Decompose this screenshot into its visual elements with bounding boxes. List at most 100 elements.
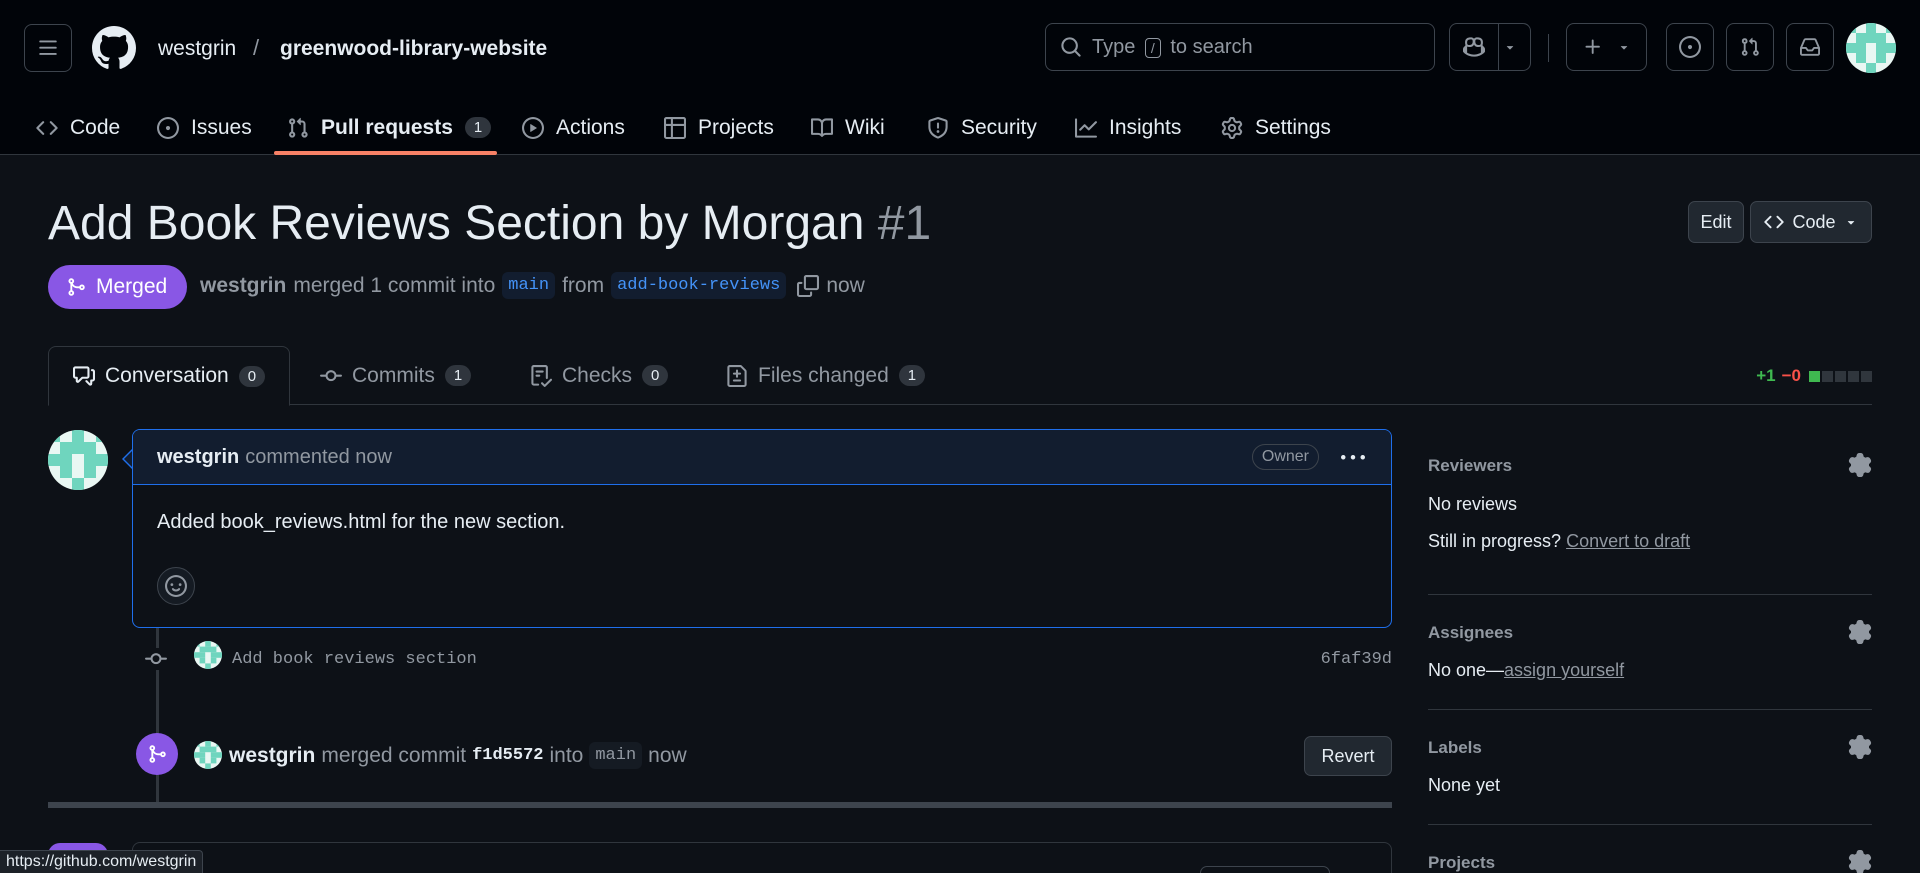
revert-button-label: Revert [1321, 745, 1375, 766]
pr-action-text: merged 1 commit into [293, 273, 496, 297]
revert-button[interactable]: Revert [1304, 736, 1392, 776]
diffstat-block-neutral [1848, 370, 1859, 382]
diffstat-additions: +1 [1756, 366, 1776, 385]
nav-issues[interactable]: Issues [157, 100, 252, 155]
sidebar-labels: Labels None yet [1428, 735, 1872, 796]
gear-icon[interactable] [1848, 620, 1872, 644]
user-avatar[interactable] [1846, 23, 1896, 73]
nav-label: Pull requests [321, 115, 453, 139]
breadcrumb-repo-link[interactable]: greenwood-library-website [280, 37, 547, 61]
comment-author-link[interactable]: westgrin [157, 446, 239, 469]
chevron-down-icon [1847, 221, 1854, 225]
create-new-button[interactable] [1566, 23, 1647, 71]
github-logo-icon[interactable] [92, 26, 136, 70]
commit-sha-link[interactable]: 6faf39d [1321, 650, 1392, 669]
merge-author-avatar[interactable] [194, 741, 222, 769]
assign-yourself-link[interactable]: assign yourself [1504, 660, 1624, 680]
comment-header: westgrin commented now Owner [133, 430, 1391, 485]
timeline-end-divider [48, 802, 1392, 808]
page-title: Add Book Reviews Section by Morgan #1 [48, 196, 931, 251]
head-branch-link[interactable]: add-book-reviews [611, 272, 787, 299]
nav-projects[interactable]: Projects [664, 100, 774, 155]
gear-icon[interactable] [1848, 735, 1872, 759]
tab-commits[interactable]: Commits 1 [296, 346, 495, 405]
copilot-icon [1463, 37, 1485, 57]
nav-counter: 1 [464, 117, 492, 138]
pull-requests-button[interactable] [1726, 23, 1774, 71]
projects-heading: Projects [1428, 853, 1496, 872]
kebab-horizontal-icon[interactable] [1341, 446, 1365, 470]
labels-heading: Labels [1428, 738, 1482, 757]
edit-button[interactable]: Edit [1688, 201, 1744, 243]
menu-button[interactable] [24, 24, 72, 72]
code-dropdown-button[interactable]: Code [1750, 201, 1872, 243]
pr-tabs: Conversation 0 Commits 1 Checks 0 Files … [48, 346, 1872, 406]
inbox-button[interactable] [1786, 23, 1834, 71]
nav-pull-requests[interactable]: Pull requests 1 [287, 100, 492, 155]
copy-icon[interactable] [797, 274, 820, 297]
git-merge-icon [68, 278, 85, 296]
sidebar-reviewers: Reviewers No reviews Still in progress? … [1428, 453, 1872, 556]
status-badge: Merged [48, 265, 188, 309]
nav-insights[interactable]: Insights [1075, 100, 1181, 155]
search-shortcut-key: / [1144, 37, 1161, 58]
convert-to-draft-link[interactable]: Convert to draft [1566, 531, 1690, 551]
diffstat-block-neutral [1835, 370, 1846, 382]
tab-checks[interactable]: Checks 0 [506, 346, 692, 405]
next-action-button[interactable] [1200, 866, 1330, 873]
tab-label: Files changed [758, 363, 889, 387]
comment-body: Added book_reviews.html for the new sect… [157, 511, 565, 533]
app-header: westgrin / greenwood-library-website Typ… [0, 0, 1920, 155]
nav-code[interactable]: Code [36, 100, 120, 155]
play-icon [522, 116, 544, 139]
gear-icon[interactable] [1848, 850, 1872, 873]
merge-into-text: into [549, 743, 584, 767]
base-branch-link[interactable]: main [502, 272, 556, 299]
hamburger-icon [39, 40, 57, 55]
nav-wiki[interactable]: Wiki [811, 100, 885, 155]
comment-discussion-icon [73, 366, 95, 386]
nav-actions[interactable]: Actions [522, 100, 625, 155]
comment-meta: commented now [245, 445, 392, 468]
tab-conversation[interactable]: Conversation 0 [48, 346, 291, 406]
issue-opened-icon [1679, 36, 1701, 58]
nav-settings[interactable]: Settings [1221, 100, 1331, 155]
merge-branch-link[interactable]: main [589, 742, 643, 769]
nav-label: Actions [556, 115, 625, 139]
owner-badge: Owner [1251, 444, 1319, 470]
graph-icon [1075, 117, 1097, 138]
shield-icon [928, 116, 948, 139]
merge-commit-link[interactable]: f1d5572 [472, 746, 543, 765]
merge-author-link[interactable]: westgrin [229, 744, 315, 768]
commit-author-avatar[interactable] [194, 641, 222, 669]
comment-author-avatar[interactable] [48, 430, 108, 490]
gear-icon[interactable] [1848, 453, 1872, 477]
code-icon [36, 120, 58, 135]
breadcrumb-separator: / [253, 35, 260, 60]
table-icon [664, 116, 686, 139]
git-commit-icon [320, 369, 342, 381]
author-link[interactable]: westgrin [200, 274, 286, 298]
search-input[interactable]: Type / to search [1045, 23, 1435, 71]
comment-card: westgrin commented now Owner Added book_… [132, 429, 1392, 628]
nav-security[interactable]: Security [927, 100, 1037, 155]
search-placeholder: Type / to search [1092, 35, 1253, 58]
draft-prompt: Still in progress? Convert to draft [1428, 531, 1691, 551]
commit-message-link[interactable]: Add book reviews section [232, 650, 477, 669]
pr-title-text: Add Book Reviews Section by Morgan [48, 197, 865, 250]
chevron-down-icon [1620, 46, 1627, 50]
add-reaction-button[interactable] [157, 567, 195, 605]
nav-label: Projects [698, 115, 774, 139]
header-divider [1548, 34, 1549, 62]
tab-counter: 0 [238, 365, 266, 387]
diffstat-block-added [1809, 370, 1820, 382]
file-diff-icon [727, 364, 747, 387]
tab-files-changed[interactable]: Files changed 1 [702, 346, 949, 405]
issues-button[interactable] [1666, 23, 1714, 71]
sidebar-divider [1428, 824, 1872, 825]
breadcrumb-owner-link[interactable]: westgrin [158, 37, 236, 61]
sidebar-divider [1428, 594, 1872, 595]
tab-counter: 0 [642, 365, 669, 386]
code-button-label: Code [1792, 211, 1836, 232]
copilot-button[interactable] [1449, 23, 1531, 71]
